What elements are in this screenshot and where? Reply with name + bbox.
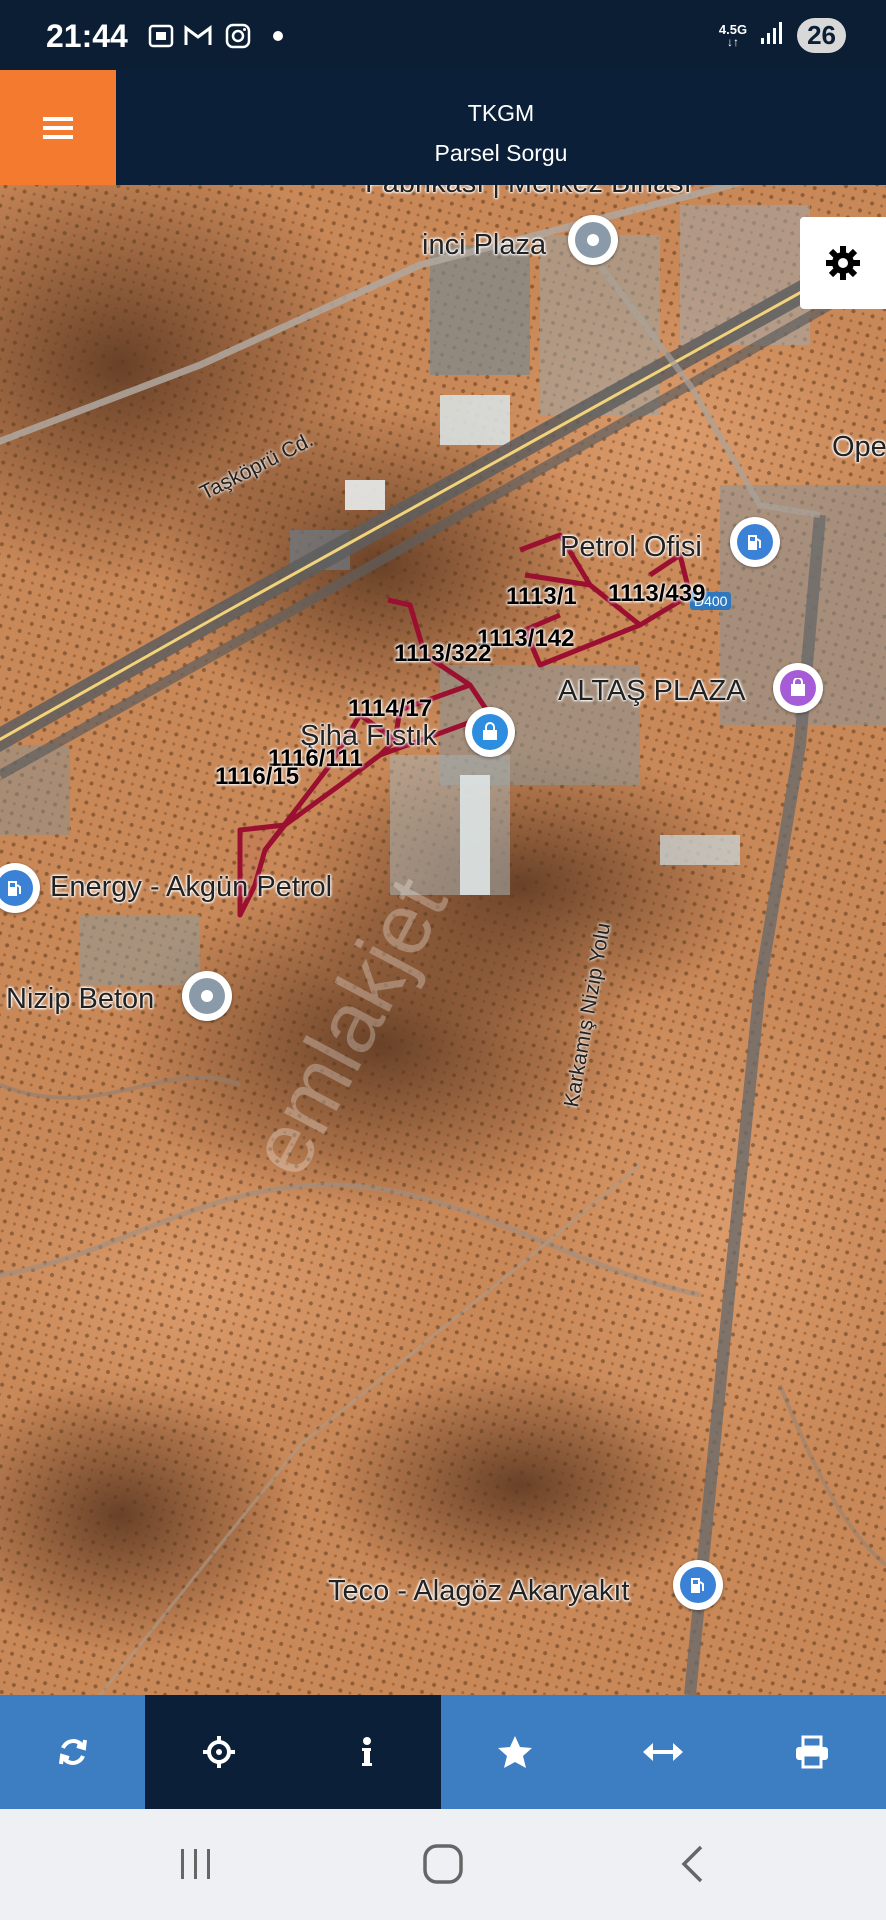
settings-button[interactable] <box>800 217 886 309</box>
map-pin-petrol-ofisi[interactable] <box>730 517 780 567</box>
print-button[interactable] <box>737 1695 886 1809</box>
parcel-label[interactable]: 1114/17 <box>348 695 432 723</box>
place-label-energy[interactable]: Energy - Akgün Petrol <box>50 871 332 904</box>
map-pin-siha-fistik[interactable] <box>465 707 515 757</box>
refresh-button[interactable] <box>0 1695 145 1809</box>
place-label-petrol-ofisi[interactable]: Petrol Ofisi <box>560 531 702 564</box>
bottom-toolbar <box>0 1695 886 1809</box>
parcel-label[interactable]: 1113/1 <box>506 583 577 611</box>
place-label-altas-plaza[interactable]: ALTAŞ PLAZA <box>558 675 746 708</box>
favorite-button[interactable] <box>441 1695 589 1809</box>
shopping-icon <box>791 678 805 696</box>
recents-icon <box>181 1849 210 1879</box>
fuel-icon <box>748 535 761 550</box>
measure-button[interactable] <box>589 1695 737 1809</box>
place-label-teco[interactable]: Teco - Alagöz Akaryakıt <box>328 1575 629 1608</box>
place-label-top: Fabrikası | Merkez Binası <box>365 185 692 200</box>
screenshot-icon <box>145 22 177 50</box>
dot-icon <box>268 22 288 50</box>
crosshair-icon <box>203 1736 235 1768</box>
app-title: TKGM <box>467 100 535 126</box>
hamburger-icon <box>43 116 73 139</box>
fuel-icon <box>8 881 21 896</box>
recents-button[interactable] <box>166 1839 226 1889</box>
map-pin-altas-plaza[interactable] <box>773 663 823 713</box>
home-icon <box>423 1844 463 1884</box>
arrows-horizontal-icon <box>643 1743 683 1761</box>
print-icon <box>795 1735 828 1769</box>
status-time: 21:44 <box>46 18 128 54</box>
parcel-label[interactable]: 1113/322 <box>394 640 491 668</box>
place-label-ope[interactable]: Ope <box>832 431 886 464</box>
dot-marker-icon <box>587 234 599 246</box>
parcel-label[interactable]: 1113/439 <box>608 580 705 608</box>
map-pin-nizip-beton[interactable] <box>182 971 232 1021</box>
map-pin-teco[interactable] <box>673 1560 723 1610</box>
refresh-icon <box>58 1739 87 1765</box>
lock-shop-icon <box>483 722 497 740</box>
parcel-label[interactable]: 1113/142 <box>477 625 574 653</box>
network-type: 4.5G ↓↑ <box>718 21 748 49</box>
app-header: TKGM Parsel Sorgu <box>0 70 886 185</box>
menu-button[interactable] <box>0 70 116 185</box>
info-button[interactable] <box>293 1695 441 1809</box>
status-bar: 21:44 4.5G ↓↑ 26 <box>0 0 886 70</box>
map-view[interactable]: emlakjet Taşköprü Cd. Karkamış Nizip Yol… <box>0 185 886 1695</box>
back-icon <box>681 1845 703 1883</box>
gear-icon <box>826 246 860 280</box>
instagram-icon <box>222 22 254 50</box>
place-label-inci-plaza[interactable]: inci Plaza <box>422 229 546 262</box>
signal-icon <box>759 20 785 51</box>
star-icon <box>498 1736 532 1768</box>
gmail-icon <box>182 22 214 50</box>
app-subtitle: Parsel Sorgu <box>434 140 568 166</box>
back-button[interactable] <box>662 1839 722 1889</box>
dot-marker-icon <box>201 990 213 1002</box>
fuel-icon <box>691 1578 704 1593</box>
system-nav-bar <box>0 1809 886 1920</box>
parcel-label[interactable]: 1116/15 <box>215 763 299 791</box>
info-icon <box>362 1737 372 1766</box>
battery-badge: 26 <box>797 18 846 53</box>
home-button[interactable] <box>413 1839 473 1889</box>
locate-button[interactable] <box>145 1695 293 1809</box>
place-label-nizip-beton[interactable]: Nizip Beton <box>6 983 154 1016</box>
map-pin-inci-plaza[interactable] <box>568 215 618 265</box>
